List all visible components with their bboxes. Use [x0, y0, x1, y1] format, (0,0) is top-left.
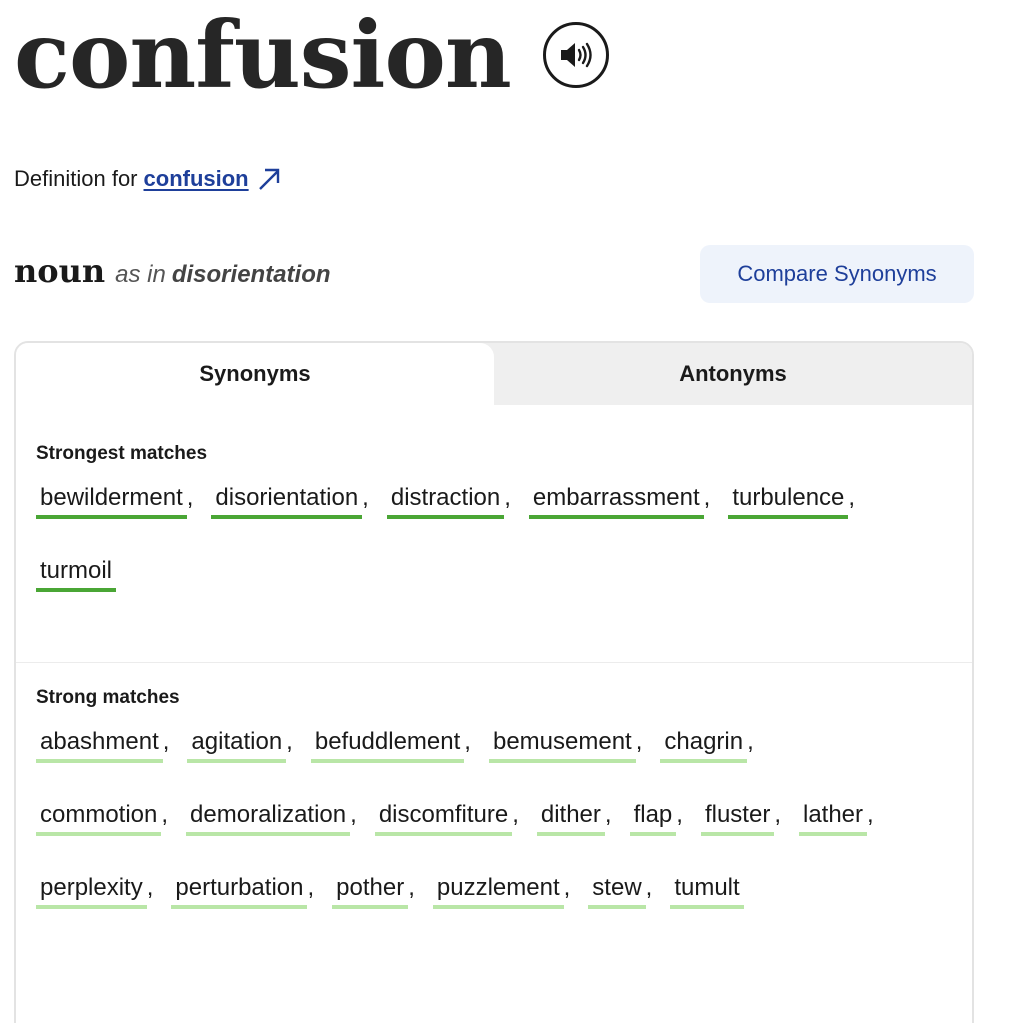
synonym-link[interactable]: turbulence	[728, 479, 849, 519]
synonym-item: puzzlement,	[432, 869, 588, 942]
separator-comma: ,	[563, 874, 571, 901]
synonym-link[interactable]: bemusement	[488, 723, 636, 763]
synonym-link[interactable]: dither	[536, 796, 605, 836]
strong-matches-title: Strong matches	[36, 687, 180, 708]
synonym-item: turmoil	[36, 552, 117, 625]
tab-synonyms[interactable]: Synonyms	[16, 343, 494, 405]
strongest-matches-list: bewilderment, disorientation, distraction,…	[36, 479, 916, 625]
synonym-link[interactable]: perturbation	[171, 869, 308, 909]
speaker-icon	[560, 42, 592, 68]
synonym-link[interactable]: agitation	[187, 723, 287, 763]
synonym-link[interactable]: befuddlement	[310, 723, 465, 763]
synonym-item: fluster,	[700, 796, 799, 869]
definition-prefix: Definition for	[14, 166, 138, 191]
as-in-label: as in	[115, 261, 166, 288]
definition-link[interactable]: confusion	[144, 166, 249, 192]
synonym-item: embarrassment,	[528, 479, 728, 552]
synonym-link[interactable]: bewilderment	[36, 479, 187, 519]
synonym-item: bewilderment,	[36, 479, 211, 552]
synonym-link[interactable]: lather	[798, 796, 868, 836]
synonym-item: distraction,	[386, 479, 529, 552]
separator-comma: ,	[604, 801, 612, 828]
synonym-item: dither,	[536, 796, 630, 869]
synonym-link[interactable]: fluster	[700, 796, 775, 836]
definition-line: Definition for confusion	[14, 165, 283, 193]
synonym-link[interactable]: perplexity	[36, 869, 147, 909]
separator-comma: ,	[867, 801, 874, 828]
tab-bar: Synonyms Antonyms	[16, 343, 972, 405]
synonym-item: chagrin,	[660, 723, 771, 796]
pronunciation-audio-button[interactable]	[542, 22, 609, 88]
synonym-item: bemusement,	[488, 723, 660, 796]
separator-comma: ,	[512, 801, 519, 828]
synonym-item: disorientation,	[211, 479, 386, 552]
separator-comma: ,	[162, 728, 170, 755]
separator-comma: ,	[464, 728, 471, 755]
synonym-link[interactable]: distraction	[386, 479, 505, 519]
sense-word: disorientation	[171, 261, 331, 288]
synonym-link[interactable]: disorientation	[211, 479, 363, 519]
separator-comma: ,	[504, 484, 511, 511]
separator-comma: ,	[161, 801, 169, 828]
separator-comma: ,	[350, 801, 357, 828]
synonym-item: demoralization,	[186, 796, 375, 869]
synonym-item: tumult	[670, 869, 744, 942]
synonym-item: lather,	[798, 796, 892, 869]
synonym-link[interactable]: chagrin	[660, 723, 748, 763]
separator-comma: ,	[362, 484, 369, 511]
separator-comma: ,	[848, 484, 856, 511]
synonym-item: discomfiture,	[374, 796, 537, 869]
strongest-matches-title: Strongest matches	[36, 443, 208, 464]
separator-comma: ,	[146, 874, 154, 901]
synonym-link[interactable]: demoralization	[186, 796, 351, 836]
synonym-item: commotion,	[36, 796, 186, 869]
separator-comma: ,	[408, 874, 415, 901]
synonym-link[interactable]: turmoil	[36, 552, 117, 592]
synonym-link[interactable]: commotion	[36, 796, 162, 836]
synonym-item: stew,	[588, 869, 670, 942]
synonym-item: abashment,	[36, 723, 187, 796]
synonym-link[interactable]: stew	[588, 869, 646, 909]
separator-comma: ,	[703, 484, 711, 511]
headword-row: confusion	[14, 0, 609, 110]
strongest-matches-group: Strongest matches bewilderment, disorient…	[16, 405, 972, 663]
synonym-item: perplexity,	[36, 869, 171, 942]
part-of-speech: noun	[14, 252, 106, 290]
synonym-item: befuddlement,	[310, 723, 489, 796]
separator-comma: ,	[186, 484, 194, 511]
synonym-link[interactable]: pother	[332, 869, 409, 909]
arrow-up-right-icon[interactable]	[255, 165, 283, 193]
separator-comma: ,	[676, 801, 683, 828]
synonym-item: perturbation,	[171, 869, 332, 942]
synonym-link[interactable]: abashment	[36, 723, 163, 763]
synonym-item: agitation,	[187, 723, 310, 796]
tab-antonyms[interactable]: Antonyms	[494, 343, 972, 405]
part-of-speech-row: noun as in disorientation	[14, 252, 331, 290]
strong-matches-list: abashment, agitation, befuddlement, bemusem…	[36, 723, 916, 942]
strong-matches-group: Strong matches abashment, agitation, befud…	[16, 663, 972, 942]
separator-comma: ,	[635, 728, 643, 755]
synonym-item: flap,	[629, 796, 701, 869]
synonym-link[interactable]: embarrassment	[528, 479, 704, 519]
separator-comma: ,	[307, 874, 315, 901]
synonym-link[interactable]: puzzlement	[432, 869, 564, 909]
separator-comma: ,	[645, 874, 653, 901]
synonym-link[interactable]: discomfiture	[374, 796, 513, 836]
synonyms-panel: Synonyms Antonyms Strongest matches bewi…	[14, 341, 974, 1023]
separator-comma: ,	[774, 801, 781, 828]
synonym-item: pother,	[332, 869, 433, 942]
separator-comma: ,	[747, 728, 754, 755]
headword: confusion	[14, 1, 512, 109]
synonym-link[interactable]: tumult	[670, 869, 744, 909]
synonym-link[interactable]: flap	[629, 796, 677, 836]
compare-synonyms-button[interactable]: Compare Synonyms	[700, 245, 974, 303]
separator-comma: ,	[286, 728, 293, 755]
synonym-item: turbulence,	[728, 479, 873, 552]
